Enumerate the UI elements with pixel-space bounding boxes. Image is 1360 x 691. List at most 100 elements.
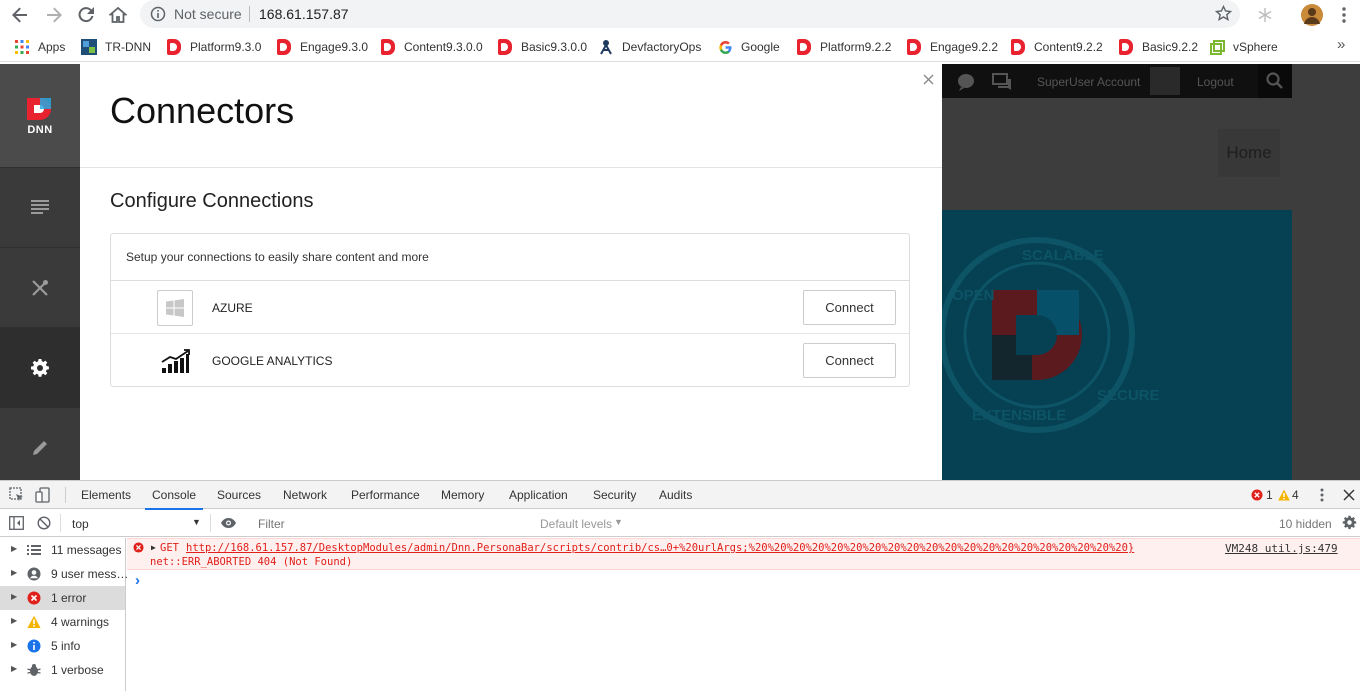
tr-dnn-icon <box>81 39 97 55</box>
messages-icon[interactable] <box>992 73 1012 94</box>
inspect-element-icon[interactable] <box>9 487 25 508</box>
connect-button-azure[interactable]: Connect <box>803 290 896 325</box>
site-home-nav[interactable]: Home <box>1218 129 1280 177</box>
connector-row-google-analytics: GOOGLE ANALYTICS Connect <box>111 334 909 387</box>
expand-arrow-icon[interactable]: ▶ <box>11 592 17 601</box>
sidebar-item-info[interactable]: ▶ 5 info <box>0 634 125 658</box>
bookmark-basic9300[interactable]: Basic9.3.0.0 <box>497 38 587 56</box>
warning-count-icon[interactable] <box>1278 488 1290 506</box>
warning-icon <box>27 615 41 629</box>
console-prompt[interactable]: › <box>135 572 140 589</box>
dnn-icon <box>166 39 182 55</box>
expand-arrow-icon[interactable]: ▶ <box>11 616 17 625</box>
warning-count: 4 <box>1292 488 1299 502</box>
connect-button-google-analytics[interactable]: Connect <box>803 343 896 378</box>
chevron-down-icon[interactable]: ▼ <box>614 517 623 527</box>
dnn-icon <box>1010 39 1026 55</box>
dnn-logo[interactable]: DNN <box>0 64 80 167</box>
eye-icon[interactable] <box>220 517 237 532</box>
kebab-menu-icon[interactable] <box>1336 5 1352 25</box>
console-settings-gear-icon[interactable] <box>1342 515 1357 533</box>
bookmark-engage922[interactable]: Engage9.2.2 <box>906 38 998 56</box>
profile-avatar[interactable] <box>1301 4 1323 26</box>
info-icon[interactable] <box>150 6 166 22</box>
filter-divider <box>210 514 211 532</box>
manage-menu-button[interactable] <box>0 247 80 327</box>
content-menu-button[interactable] <box>0 167 80 247</box>
account-link[interactable]: SuperUser Account <box>1037 75 1140 89</box>
tab-memory[interactable]: Memory <box>441 488 484 502</box>
bookmark-google[interactable]: Google <box>717 38 780 56</box>
sidebar-item-errors[interactable]: ▶ 1 error <box>0 586 125 610</box>
address-bar[interactable]: Not secure 168.61.157.87 <box>140 0 1240 28</box>
tab-network[interactable]: Network <box>283 488 327 502</box>
sidebar-item-messages[interactable]: ▶ 11 messages <box>0 538 125 562</box>
devtools-menu-icon[interactable] <box>1320 488 1324 507</box>
list-icon <box>27 543 41 557</box>
bookmark-apps[interactable]: Apps <box>14 38 65 56</box>
bookmark-tr-dnn[interactable]: TR-DNN <box>81 38 151 56</box>
tab-console[interactable]: Console <box>144 488 204 510</box>
context-select[interactable]: top <box>72 517 89 531</box>
tab-performance[interactable]: Performance <box>351 488 420 502</box>
bookmark-content9300[interactable]: Content9.3.0.0 <box>380 38 483 56</box>
tab-sources[interactable]: Sources <box>217 488 261 502</box>
connector-name: GOOGLE ANALYTICS <box>212 354 333 368</box>
bookmark-star-icon[interactable] <box>1215 5 1232 22</box>
bookmarks-bar: Apps TR-DNN Platform9.3.0 Engage9.3.0 Co… <box>0 32 1360 62</box>
tab-audits[interactable]: Audits <box>659 488 692 502</box>
sidebar-item-verbose[interactable]: ▶ 1 verbose <box>0 658 125 682</box>
edit-menu-button[interactable] <box>0 407 80 487</box>
search-icon[interactable] <box>1258 64 1292 98</box>
close-icon[interactable] <box>923 72 934 88</box>
console-sidebar: ▶ 11 messages ▶ 9 user mess… ▶ 1 error ▶ <box>0 538 128 691</box>
console-filter-input[interactable] <box>252 514 532 534</box>
persona-bar: DNN <box>0 64 80 480</box>
user-avatar[interactable] <box>1150 67 1180 95</box>
home-icon[interactable] <box>106 3 130 27</box>
url-text[interactable]: 168.61.157.87 <box>259 6 349 22</box>
expand-arrow-icon[interactable]: ▶ <box>11 640 17 649</box>
source-link[interactable]: VM248 util.js:479 <box>1225 542 1338 555</box>
back-arrow-icon[interactable] <box>8 3 32 27</box>
settings-menu-button[interactable] <box>0 327 80 407</box>
sidebar-toggle-icon[interactable] <box>9 516 24 533</box>
bookmark-platform922[interactable]: Platform9.2.2 <box>796 38 891 56</box>
expand-arrow-icon[interactable]: ▶ <box>11 664 17 673</box>
extension-snowflake-icon[interactable] <box>1256 6 1274 24</box>
error-count-icon[interactable] <box>1251 488 1263 506</box>
close-devtools-icon[interactable] <box>1343 488 1355 506</box>
devfactory-icon <box>598 39 614 55</box>
tab-security[interactable]: Security <box>593 488 636 502</box>
bookmark-content922[interactable]: Content9.2.2 <box>1010 38 1103 56</box>
bookmark-engage930[interactable]: Engage9.3.0 <box>276 38 368 56</box>
console-error-message[interactable]: ▶ GET http://168.61.157.87/DesktopModule… <box>127 538 1360 570</box>
tab-elements[interactable]: Elements <box>81 488 131 502</box>
dnn-badge-graphic: SCALABLE OPEN SECURE EXTENSIBLE <box>942 237 1160 433</box>
connections-intro: Setup your connections to easily share c… <box>111 234 909 281</box>
dnn-icon <box>276 39 292 55</box>
reload-icon[interactable] <box>74 3 98 27</box>
clear-console-icon[interactable] <box>37 516 51 533</box>
logout-link[interactable]: Logout <box>1197 75 1234 89</box>
log-levels-select[interactable]: Default levels <box>540 517 612 531</box>
sidebar-item-label: 1 error <box>51 591 87 605</box>
notifications-icon[interactable] <box>956 73 976 94</box>
sidebar-item-warnings[interactable]: ▶ 4 warnings <box>0 610 125 634</box>
bookmark-basic922[interactable]: Basic9.2.2 <box>1118 38 1198 56</box>
bookmarks-overflow-button[interactable]: » <box>1337 36 1345 53</box>
expand-arrow-icon[interactable]: ▶ <box>11 544 17 553</box>
tab-application[interactable]: Application <box>509 488 568 502</box>
expand-arrow-icon[interactable]: ▶ <box>11 568 17 577</box>
chevron-down-icon[interactable]: ▼ <box>192 517 201 527</box>
device-toolbar-icon[interactable] <box>35 487 51 508</box>
bookmark-devfactoryops[interactable]: DevfactoryOps <box>598 38 701 56</box>
forward-arrow-icon[interactable] <box>42 3 66 27</box>
request-url-link[interactable]: http://168.61.157.87/DesktopModules/admi… <box>186 542 1176 554</box>
bookmark-label: Content9.2.2 <box>1034 40 1103 54</box>
badge-word-scalable: SCALABLE <box>1022 247 1104 264</box>
bookmark-vsphere[interactable]: vSphere <box>1209 38 1278 56</box>
expand-arrow-icon[interactable]: ▶ <box>151 543 156 552</box>
bookmark-platform930[interactable]: Platform9.3.0 <box>166 38 261 56</box>
sidebar-item-user-messages[interactable]: ▶ 9 user mess… <box>0 562 128 586</box>
